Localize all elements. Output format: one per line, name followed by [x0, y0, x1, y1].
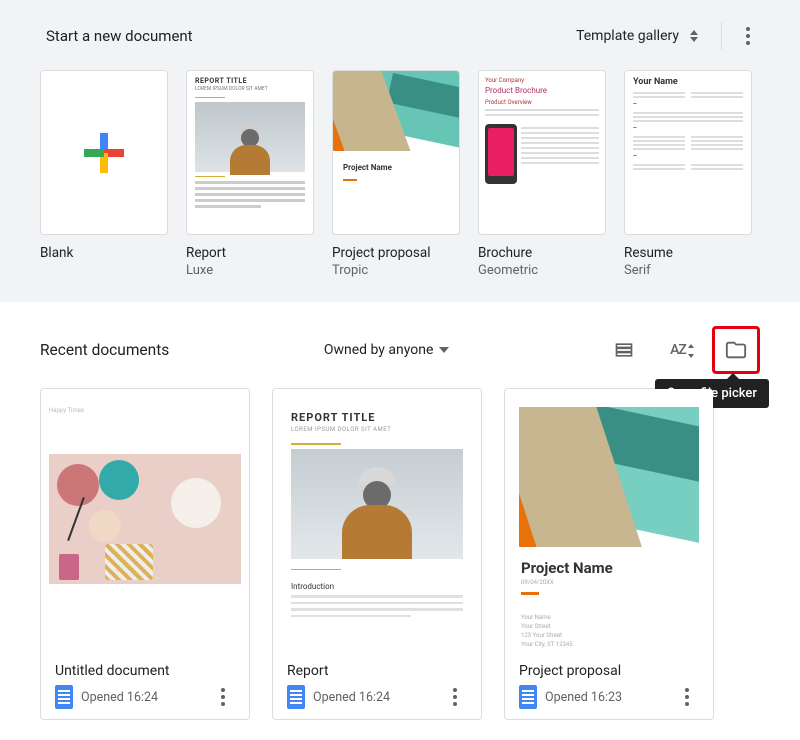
doc-meta: Opened 16:24 — [313, 690, 390, 705]
template-subtitle: Luxe — [186, 263, 314, 278]
doc-more-button[interactable] — [211, 685, 235, 709]
template-resume[interactable]: Your Name——— Resume Serif — [624, 70, 752, 278]
doc-card-project-proposal[interactable]: Project Name09/04/20XXYour NameYour Stre… — [504, 388, 714, 720]
recent-bar: Recent documents Owned by anyone AZ Open… — [40, 302, 760, 388]
doc-meta: Opened 16:24 — [81, 690, 158, 705]
owner-filter-dropdown[interactable]: Owned by anyone — [324, 342, 450, 358]
doc-more-button[interactable] — [675, 685, 699, 709]
folder-icon — [725, 339, 747, 361]
template-brochure[interactable]: Your CompanyProduct BrochureProduct Over… — [478, 70, 606, 278]
templates-header: Start a new document Template gallery — [40, 16, 760, 56]
template-blank[interactable]: Blank — [40, 70, 168, 278]
template-row: Blank REPORT TITLELOREM IPSUM DOLOR SIT … — [40, 70, 760, 278]
doc-title: Untitled document — [55, 663, 235, 679]
doc-meta: Opened 16:23 — [545, 690, 622, 705]
template-gallery-label: Template gallery — [576, 28, 679, 44]
template-title: Blank — [40, 245, 168, 261]
template-title: Project proposal — [332, 245, 460, 261]
doc-title: Report — [287, 663, 467, 679]
sort-button[interactable]: AZ — [658, 330, 698, 370]
templates-section: Start a new document Template gallery Bl… — [0, 0, 800, 302]
doc-more-button[interactable] — [443, 685, 467, 709]
templates-more-button[interactable] — [736, 24, 760, 48]
template-title: Brochure — [478, 245, 606, 261]
template-subtitle: Tropic — [332, 263, 460, 278]
open-file-picker-button[interactable]: Open file picker — [712, 326, 760, 374]
template-report[interactable]: REPORT TITLELOREM IPSUM DOLOR SIT AMET R… — [186, 70, 314, 278]
unfold-icon — [689, 30, 699, 42]
owner-filter-label: Owned by anyone — [324, 342, 434, 358]
doc-card-report[interactable]: REPORT TITLELOREM IPSUM DOLOR SIT AMETIn… — [272, 388, 482, 720]
chevron-down-icon — [439, 347, 449, 353]
docs-icon — [519, 685, 537, 709]
sort-az-icon: AZ — [670, 342, 686, 358]
recent-grid: Happy Times Untitled document Opened 16:… — [40, 388, 760, 740]
template-gallery-button[interactable]: Template gallery — [572, 22, 703, 50]
template-title: Resume — [624, 245, 752, 261]
list-icon — [614, 340, 634, 360]
docs-icon — [287, 685, 305, 709]
template-title: Report — [186, 245, 314, 261]
list-view-button[interactable] — [604, 330, 644, 370]
doc-card-untitled[interactable]: Happy Times Untitled document Opened 16:… — [40, 388, 250, 720]
plus-icon — [84, 133, 124, 173]
separator — [721, 22, 722, 50]
template-subtitle: Geometric — [478, 263, 606, 278]
template-project-proposal[interactable]: Project Name Project proposal Tropic — [332, 70, 460, 278]
start-new-doc-label: Start a new document — [40, 27, 193, 45]
doc-title: Project proposal — [519, 663, 699, 679]
template-subtitle: Serif — [624, 263, 752, 278]
recent-documents-label: Recent documents — [40, 341, 169, 359]
docs-icon — [55, 685, 73, 709]
